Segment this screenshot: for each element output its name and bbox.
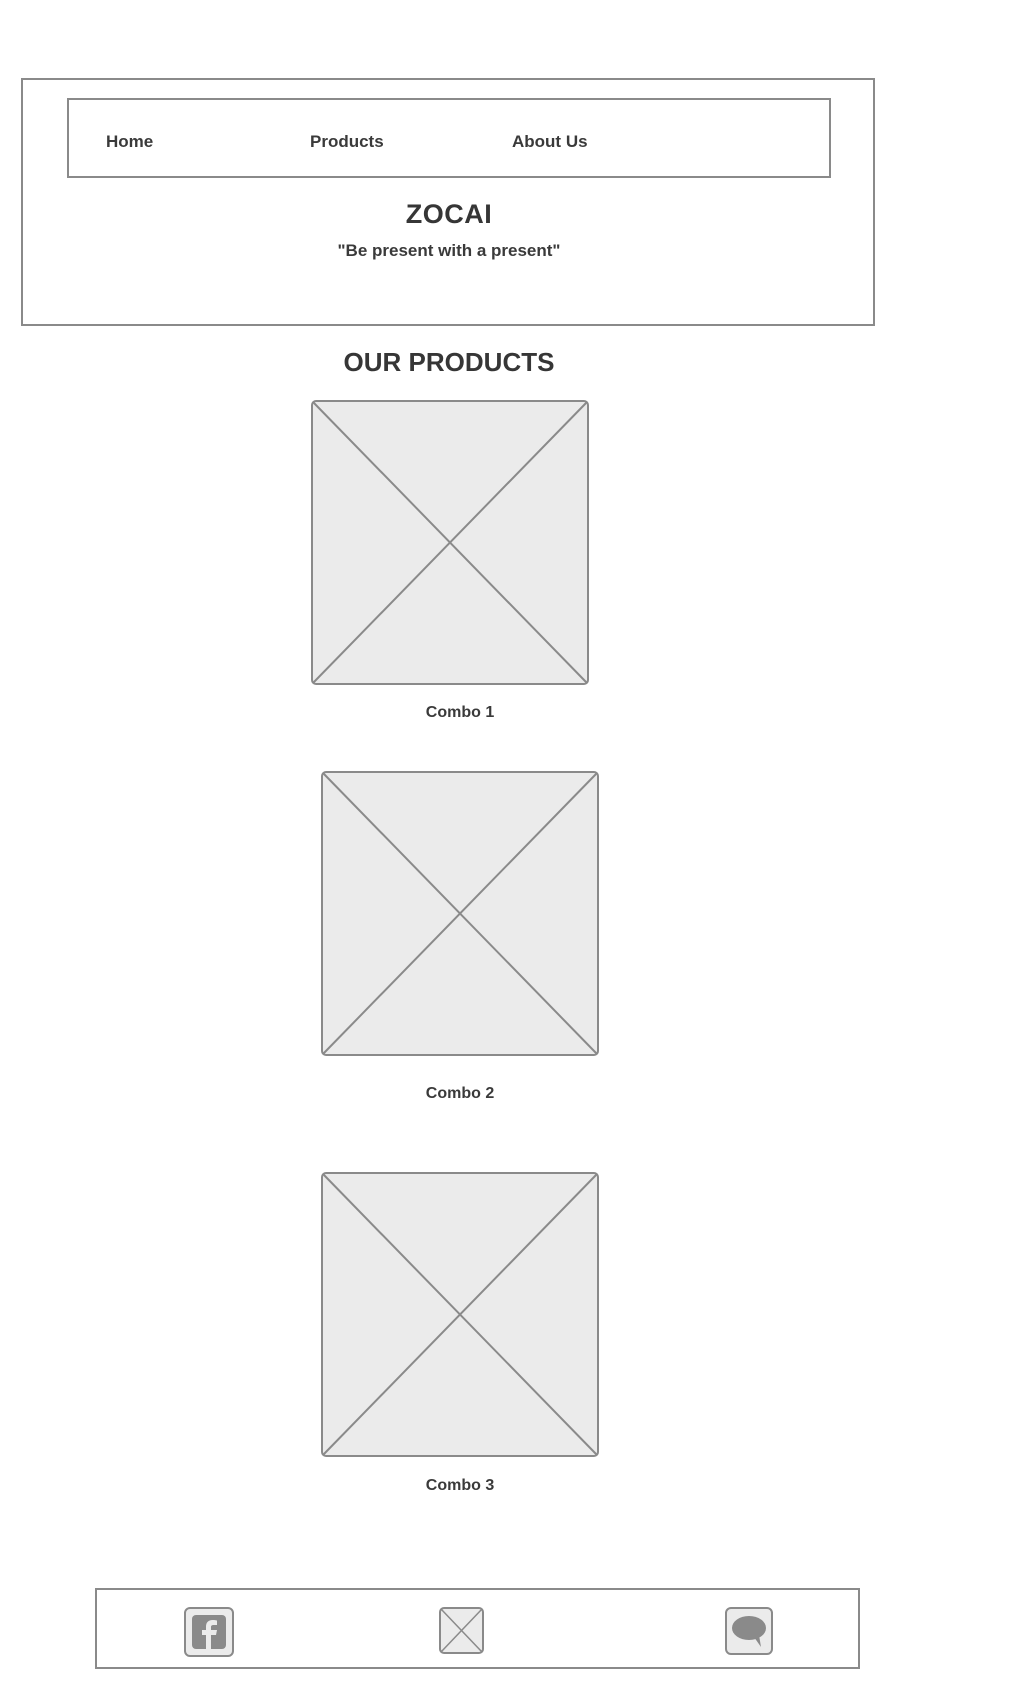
- nav-item-products[interactable]: Products: [310, 132, 384, 152]
- nav-item-about-us[interactable]: About Us: [512, 132, 588, 152]
- products-section-title: OUR PRODUCTS: [343, 347, 555, 377]
- product-label-combo-3: Combo 3: [425, 1477, 495, 1494]
- product-image-combo-3[interactable]: [321, 1172, 599, 1457]
- image-placeholder-icon: [311, 400, 589, 685]
- chat-bubble-icon: [725, 1607, 773, 1655]
- nav-bar: [67, 98, 831, 178]
- image-link[interactable]: [439, 1607, 484, 1654]
- brand-title: ZOCAI: [405, 199, 493, 229]
- product-label-combo-1: Combo 1: [425, 704, 495, 721]
- nav-item-home[interactable]: Home: [106, 132, 153, 152]
- product-image-combo-1[interactable]: [311, 400, 589, 685]
- image-placeholder-icon: [321, 1172, 599, 1457]
- facebook-link[interactable]: [184, 1607, 234, 1657]
- chat-link[interactable]: [725, 1607, 773, 1655]
- image-placeholder-icon: [321, 771, 599, 1056]
- facebook-icon: [184, 1607, 234, 1657]
- product-label-combo-2: Combo 2: [425, 1085, 495, 1102]
- product-image-combo-2[interactable]: [321, 771, 599, 1056]
- image-placeholder-icon: [439, 1607, 484, 1654]
- brand-tagline: "Be present with a present": [337, 241, 561, 260]
